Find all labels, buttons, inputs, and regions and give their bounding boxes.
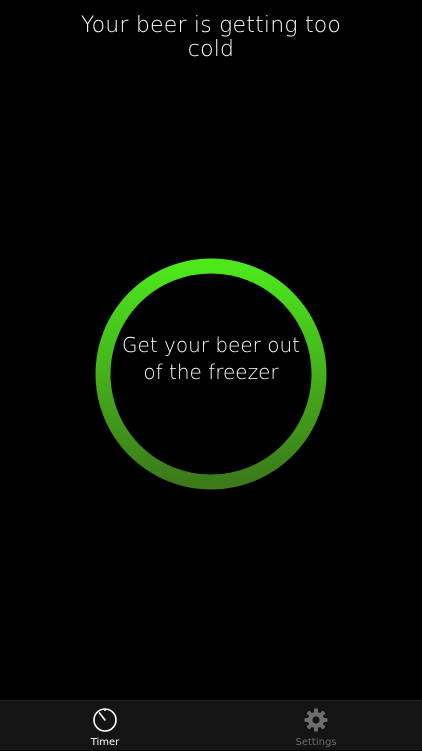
tab-timer-label: Timer [90, 737, 120, 748]
timer-icon [93, 708, 117, 732]
status-ring: Get your beer out of the freezer [95, 258, 327, 490]
tab-timer[interactable]: Timer [45, 701, 165, 751]
tab-settings-label: Settings [295, 737, 337, 748]
tab-settings[interactable]: Settings [256, 701, 376, 751]
gear-icon [304, 708, 328, 732]
tab-bar: Timer Settings [0, 700, 422, 750]
status-message: Get your beer out of the freezer [122, 333, 300, 384]
page-title: Your beer is getting too cold [80, 13, 342, 62]
